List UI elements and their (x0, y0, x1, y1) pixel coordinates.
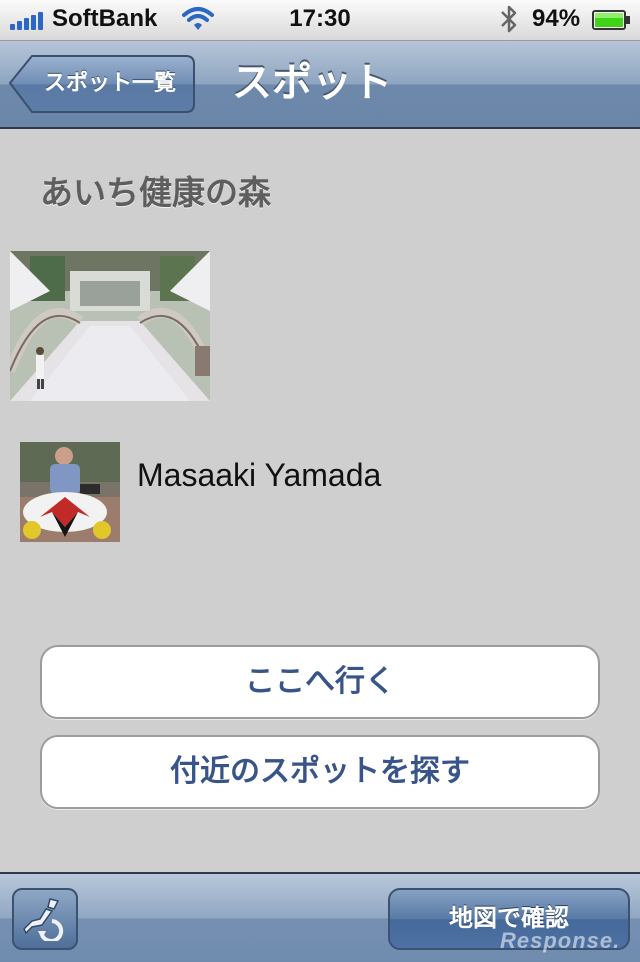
japan-map-refresh-icon (23, 898, 64, 941)
status-bar: SoftBank 17:30 94% (0, 0, 640, 41)
user-avatar (20, 442, 120, 542)
find-nearby-spots-button[interactable]: 付近のスポットを探す (40, 735, 600, 809)
go-here-button[interactable]: ここへ行く (40, 645, 600, 719)
page-title: スポット (232, 61, 392, 105)
back-button[interactable]: スポット一覧 (8, 54, 196, 114)
japan-map-refresh-button[interactable] (12, 888, 78, 950)
battery-percent: 94% (532, 5, 581, 32)
bluetooth-icon (496, 3, 522, 35)
watermark: Response. (500, 928, 621, 953)
user-name: Masaaki Yamada (137, 457, 382, 493)
spot-photo[interactable] (5, 251, 215, 401)
user-row[interactable]: Masaaki Yamada (20, 442, 620, 542)
back-button-label: スポット一覧 (43, 70, 176, 95)
battery-icon (592, 9, 630, 30)
navigation-bar: スポット一覧 スポット (0, 41, 640, 129)
spot-name: あいち健康の森 (40, 174, 271, 211)
